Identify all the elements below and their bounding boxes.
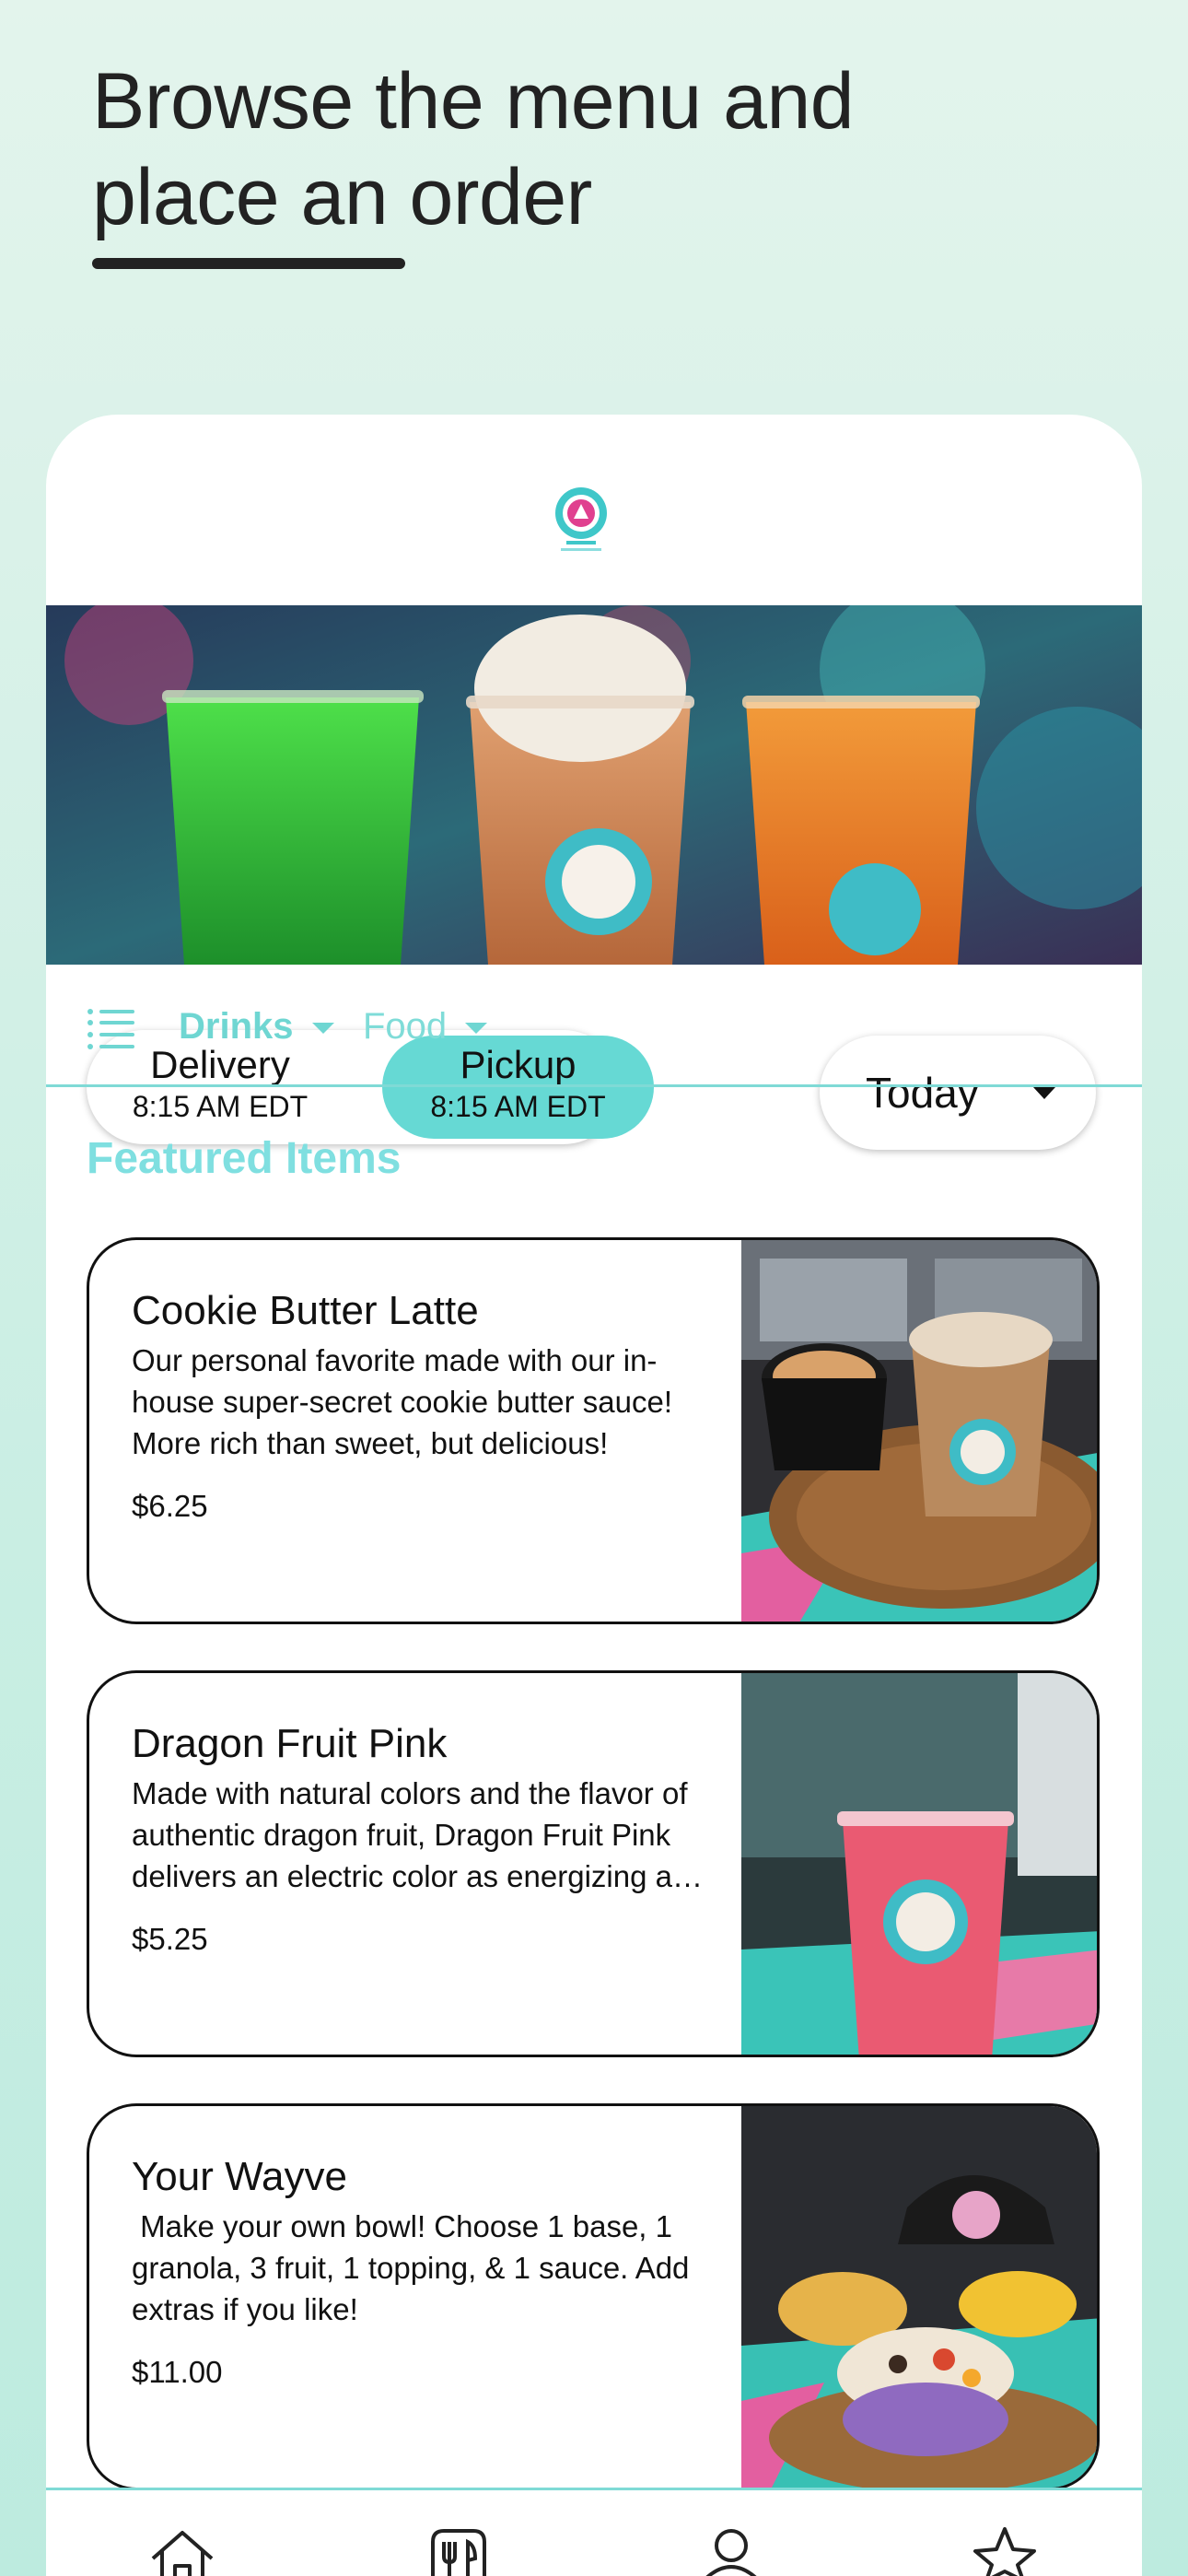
chevron-down-icon <box>311 1023 334 1035</box>
menu-item-price: $6.25 <box>132 1489 208 1523</box>
category-drinks-label: Drinks <box>179 1006 294 1047</box>
menu-item-price: $5.25 <box>132 1922 208 1956</box>
menu-item-photo <box>741 1240 1097 1622</box>
pickup-time: 8:15 AM EDT <box>430 1090 606 1123</box>
category-food-label: Food <box>363 1006 448 1047</box>
menu-item-text: Your Wayve Make your own bowl! Choose 1 … <box>132 2152 712 2391</box>
menu-icon[interactable] <box>424 2525 494 2576</box>
category-bar: Drinks Food <box>46 965 1142 1087</box>
menu-item-description: Made with natural colors and the flavor … <box>132 1776 712 1893</box>
category-tab-food[interactable]: Food <box>363 1003 488 1049</box>
menu-item-card[interactable]: Cookie Butter Latte Our personal favorit… <box>87 1237 1100 1624</box>
delivery-time: 8:15 AM EDT <box>132 1090 309 1123</box>
menu-item-description: Our personal favorite made with our in-h… <box>132 1343 672 1460</box>
menu-item-text: Cookie Butter Latte Our personal favorit… <box>132 1286 712 1525</box>
home-icon[interactable] <box>147 2525 217 2576</box>
menu-item-description: Make your own bowl! Choose 1 base, 1 gra… <box>132 2209 698 2326</box>
menu-item-price: $11.00 <box>132 2355 223 2389</box>
menu-item-name: Cookie Butter Latte <box>132 1288 479 1333</box>
menu-item-name: Dragon Fruit Pink <box>132 1721 448 1766</box>
headline-line-2: place an order <box>92 153 592 241</box>
chevron-down-icon <box>465 1023 488 1035</box>
menu-item-photo <box>741 2106 1097 2488</box>
menu-item-card[interactable]: Your Wayve Make your own bowl! Choose 1 … <box>87 2103 1100 2490</box>
rewards-star-icon[interactable] <box>970 2525 1040 2576</box>
menu-item-card[interactable]: Dragon Fruit Pink Made with natural colo… <box>87 1670 1100 2057</box>
headline-underline <box>92 258 405 269</box>
featured-items-title: Featured Items <box>87 1134 402 1183</box>
menu-item-name: Your Wayve <box>132 2154 347 2199</box>
coffee-shop-logo <box>555 487 607 551</box>
bottom-tab-bar <box>46 2488 1142 2576</box>
list-menu-icon[interactable] <box>87 1008 134 1050</box>
chevron-down-icon <box>1033 1087 1055 1099</box>
hero-banner-image <box>46 605 1142 965</box>
app-screen: Delivery 8:15 AM EDT Pickup 8:15 AM EDT … <box>46 415 1142 2576</box>
headline-line-1: Browse the menu and <box>92 57 855 146</box>
page-headline: Browse the menu and place an order <box>92 53 855 245</box>
menu-item-text: Dragon Fruit Pink Made with natural colo… <box>132 1719 712 1958</box>
category-tab-drinks[interactable]: Drinks <box>179 1003 334 1049</box>
account-icon[interactable] <box>696 2525 766 2576</box>
menu-item-photo <box>741 1673 1097 2055</box>
